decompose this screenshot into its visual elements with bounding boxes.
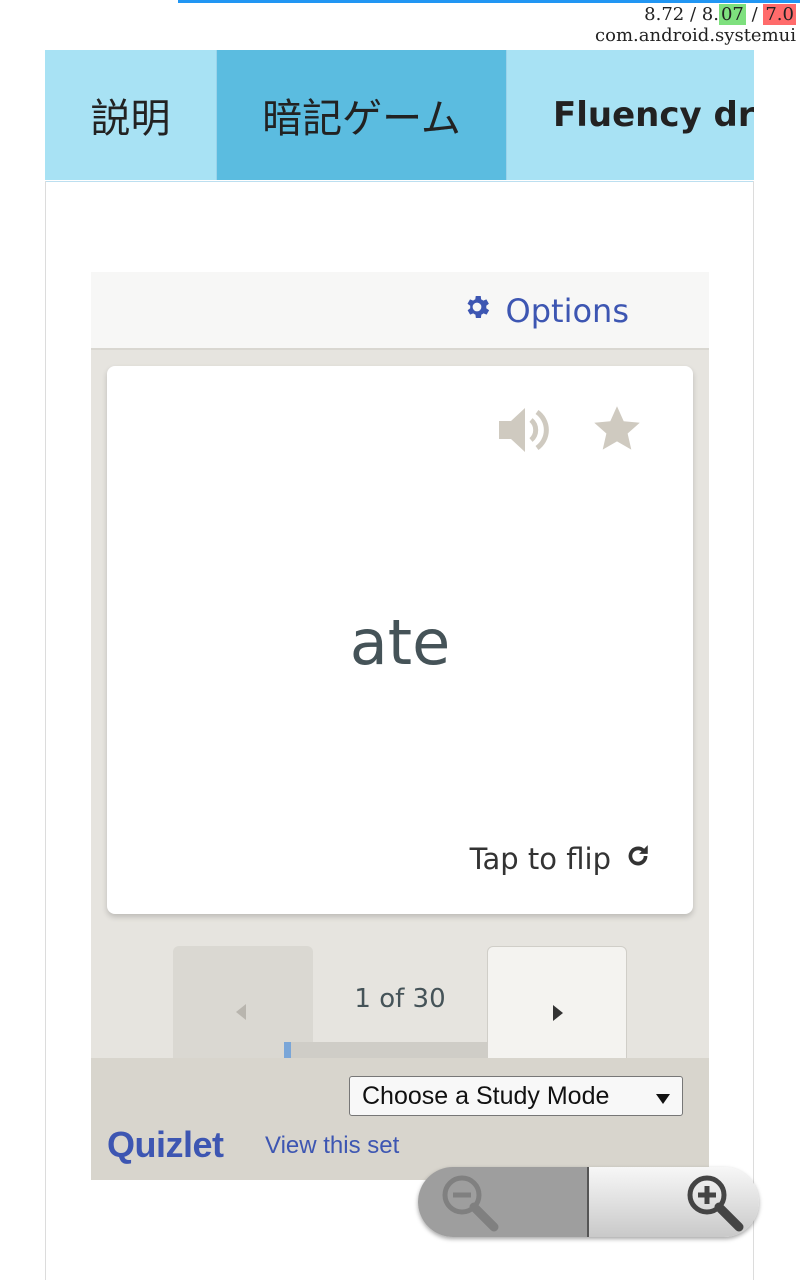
options-bar: Options: [91, 272, 709, 350]
view-this-set-link[interactable]: View this set: [265, 1132, 399, 1160]
page-load-progress: [178, 0, 800, 3]
tab-explanation[interactable]: 説明: [45, 50, 217, 180]
dropdown-arrow-icon: [656, 1082, 670, 1111]
tab-fluency-drill[interactable]: Fluency dri: [507, 50, 754, 180]
speaker-icon[interactable]: [497, 404, 553, 460]
quizlet-logo[interactable]: Quizlet: [107, 1124, 224, 1166]
refresh-icon: [611, 842, 651, 876]
card-progress-track: [284, 1042, 488, 1058]
zoom-out-icon: [442, 1175, 499, 1232]
tap-to-flip-label: Tap to flip: [469, 842, 611, 876]
stats-red: 7.0: [763, 4, 796, 25]
zoom-in-button[interactable]: [589, 1167, 759, 1237]
star-icon[interactable]: [591, 404, 643, 458]
quizlet-embed: Options ate Tap to flip 1 of 30 Choose a…: [91, 272, 709, 1180]
chevron-left-icon: [236, 1004, 246, 1020]
card-counter: 1 of 30: [354, 984, 446, 1014]
zoom-control: [418, 1167, 759, 1237]
next-card-button[interactable]: [487, 946, 627, 1076]
package-name: com.android.systemui: [595, 25, 796, 46]
options-button[interactable]: Options: [462, 292, 629, 330]
stats-prefix: 8.72 / 8.: [644, 4, 719, 25]
study-mode-select[interactable]: Choose a Study Mode: [349, 1076, 683, 1116]
chevron-right-icon: [553, 1005, 563, 1021]
study-mode-select-value: Choose a Study Mode: [362, 1081, 610, 1110]
zoom-in-icon: [687, 1175, 744, 1232]
gear-icon: [462, 292, 506, 330]
content-border-right: [753, 181, 754, 1280]
embed-footer: Choose a Study Mode Quizlet View this se…: [91, 1058, 709, 1180]
tab-bar: 説明 暗記ゲーム Fluency dri: [45, 50, 754, 182]
flashcard[interactable]: ate Tap to flip: [107, 366, 693, 914]
content-border-left: [45, 181, 46, 1280]
stats-sep: /: [745, 4, 764, 25]
card-term: ate: [349, 606, 451, 679]
stats-green: 07: [718, 4, 746, 25]
card-progress-fill: [284, 1042, 291, 1058]
options-label: Options: [505, 292, 629, 330]
system-debug-overlay: 8.72 / 8. 07 / 7.0 com.android.systemui: [595, 4, 796, 46]
zoom-out-button[interactable]: [418, 1167, 589, 1237]
tab-memory-game[interactable]: 暗記ゲーム: [217, 50, 507, 180]
tap-to-flip[interactable]: Tap to flip: [470, 842, 651, 876]
